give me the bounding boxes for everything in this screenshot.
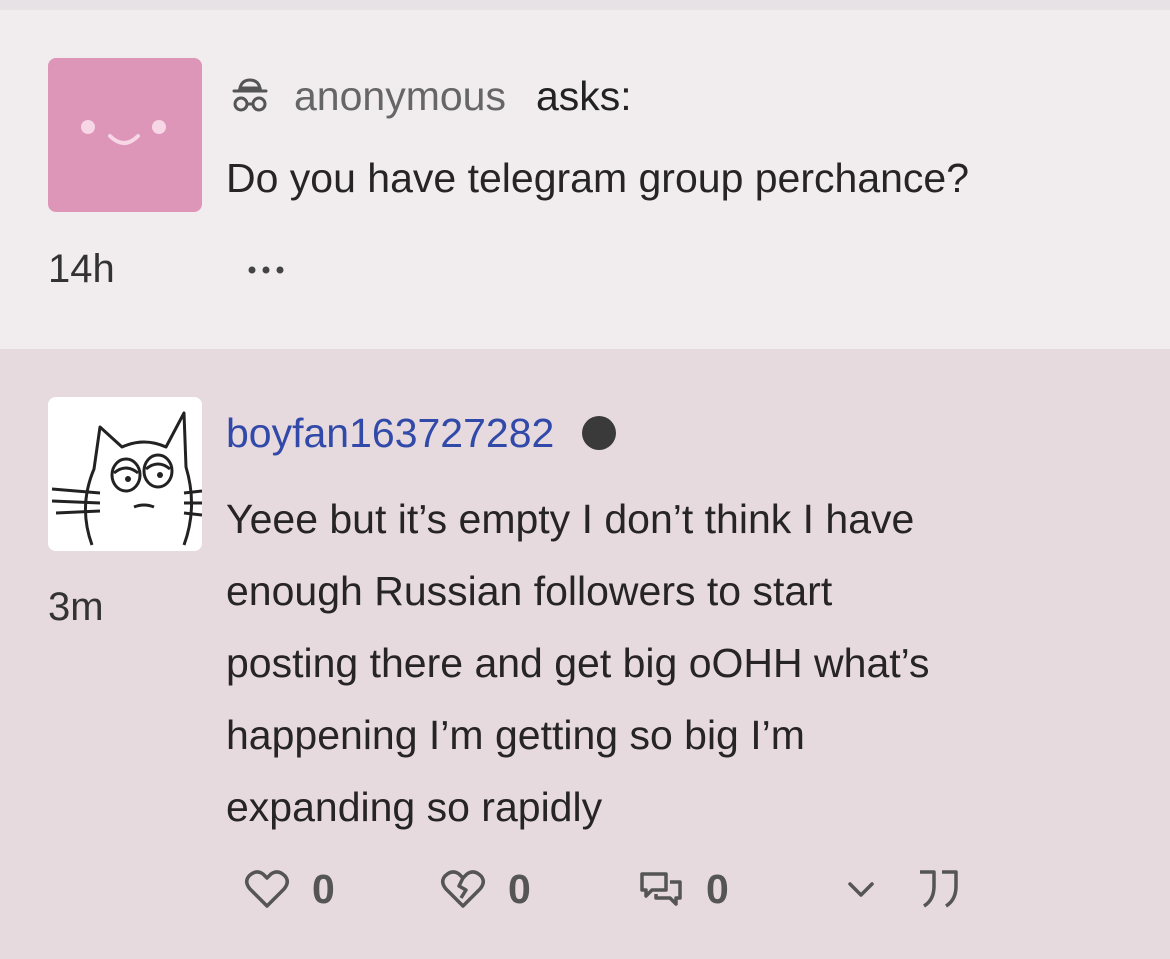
asks-label: asks: [535, 72, 632, 119]
answer-line: expanding so rapidly [226, 784, 603, 830]
action-bar: 0 0 0 [0, 859, 1170, 919]
heart-icon [245, 870, 289, 908]
question-timestamp: 14h [48, 247, 115, 291]
answer-timestamp: 3m [48, 585, 104, 629]
comment-button[interactable]: 0 [638, 859, 729, 919]
answer-line: happening I’m getting so big I’m [226, 712, 805, 758]
more-options-button[interactable] [244, 256, 288, 284]
status-dot [582, 416, 617, 450]
comment-icon [640, 872, 682, 906]
question-text: Do you have telegram group perchance? [226, 155, 970, 201]
username-link[interactable]: boyfan163727282 [226, 412, 554, 454]
user-avatar[interactable] [48, 397, 202, 551]
answer-text: Yeee but it’s empty I don’t think I have… [226, 483, 1126, 843]
question-card: anonymous asks: Do you have telegram gro… [0, 10, 1170, 349]
quote-button[interactable] [916, 859, 964, 919]
like-count: 0 [312, 865, 335, 912]
asker-name: anonymous [294, 72, 506, 119]
answer-line: Yeee but it’s empty I don’t think I have [226, 496, 915, 542]
dislike-button[interactable]: 0 [440, 859, 531, 919]
quote-icon [920, 870, 958, 908]
user-row: boyfan163727282 [226, 407, 617, 459]
ellipsis-icon [248, 266, 284, 274]
expand-button[interactable] [846, 859, 876, 919]
like-button[interactable]: 0 [244, 859, 335, 919]
asker-row: anonymous asks: [228, 70, 632, 122]
cat-avatar-icon [48, 397, 202, 551]
dislike-count: 0 [508, 865, 531, 912]
chevron-down-icon [848, 882, 874, 897]
top-strip [0, 0, 1170, 10]
anonymous-icon [228, 74, 272, 118]
answer-card: boyfan163727282 Yeee but it’s empty I do… [0, 349, 1170, 959]
comment-count: 0 [706, 865, 729, 912]
answer-line: enough Russian followers to start [226, 568, 833, 614]
answer-line: posting there and get big oOHH what’s [226, 640, 930, 686]
anonymous-avatar [48, 58, 202, 212]
broken-heart-icon [441, 870, 485, 908]
